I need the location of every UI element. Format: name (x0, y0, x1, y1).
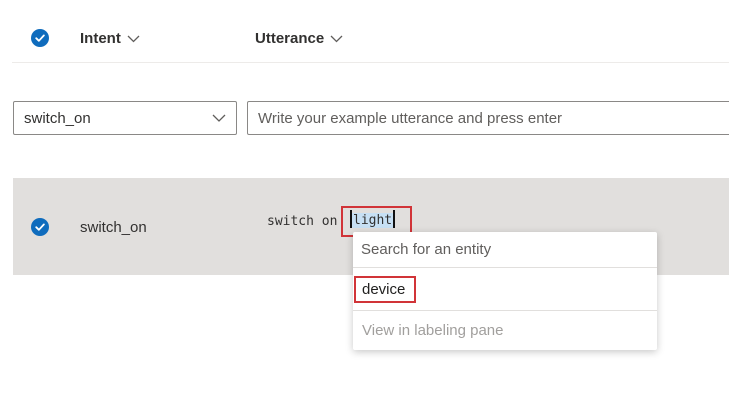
row-utterance-text[interactable]: switch on (267, 214, 337, 229)
checkmark-icon (35, 34, 45, 42)
selected-word: light (352, 213, 394, 228)
intent-column-label: Intent (80, 30, 121, 47)
utterance-column-header[interactable]: Utterance (255, 30, 343, 47)
popup-divider (353, 310, 657, 311)
chevron-down-icon (212, 114, 226, 122)
intent-dropdown[interactable]: switch_on (13, 101, 237, 135)
view-in-labeling-pane-link[interactable]: View in labeling pane (362, 322, 504, 339)
utterance-column-label: Utterance (255, 30, 325, 47)
selected-token[interactable]: light (350, 210, 396, 231)
select-all-checkbox[interactable] (31, 29, 49, 47)
row-intent: switch_on (80, 219, 147, 236)
intent-dropdown-value: switch_on (24, 109, 91, 127)
entity-search-input[interactable] (353, 232, 657, 268)
header-divider (12, 62, 729, 63)
chevron-down-icon (330, 35, 343, 42)
utterance-input[interactable] (247, 101, 729, 135)
chevron-down-icon (127, 35, 140, 42)
entity-option-device[interactable]: device (362, 281, 405, 298)
intent-column-header[interactable]: Intent (80, 30, 140, 47)
checkmark-icon (35, 223, 45, 231)
row-checkbox[interactable] (31, 218, 49, 236)
selection-end-caret (393, 210, 396, 228)
